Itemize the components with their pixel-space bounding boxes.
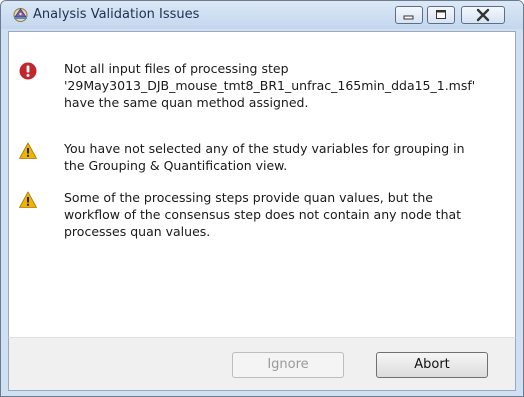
maximize-icon (436, 10, 446, 19)
window-title: Analysis Validation Issues (33, 7, 200, 22)
issue-text: Not all input files of processing step '… (64, 61, 476, 110)
maximize-button[interactable] (427, 6, 455, 24)
issue-text: Some of the processing steps provide qua… (64, 190, 462, 239)
issue-text: You have not selected any of the study v… (64, 141, 465, 173)
close-button[interactable] (461, 6, 505, 24)
close-icon (476, 8, 490, 22)
wizard-hat-icon (12, 6, 29, 23)
minimize-button[interactable] (395, 6, 423, 24)
title-bar[interactable]: Analysis Validation Issues (1, 1, 523, 29)
warning-icon (19, 142, 37, 160)
warning-icon (19, 191, 37, 209)
ignore-button[interactable]: Ignore (232, 352, 344, 378)
issues-panel: Not all input files of processing step '… (8, 31, 516, 337)
error-icon (19, 62, 37, 80)
minimize-icon (403, 15, 414, 20)
button-bar: Ignore Abort (8, 337, 516, 391)
dialog-window: Analysis Validation Issues Not all input… (0, 0, 524, 397)
abort-button[interactable]: Abort (376, 352, 488, 378)
